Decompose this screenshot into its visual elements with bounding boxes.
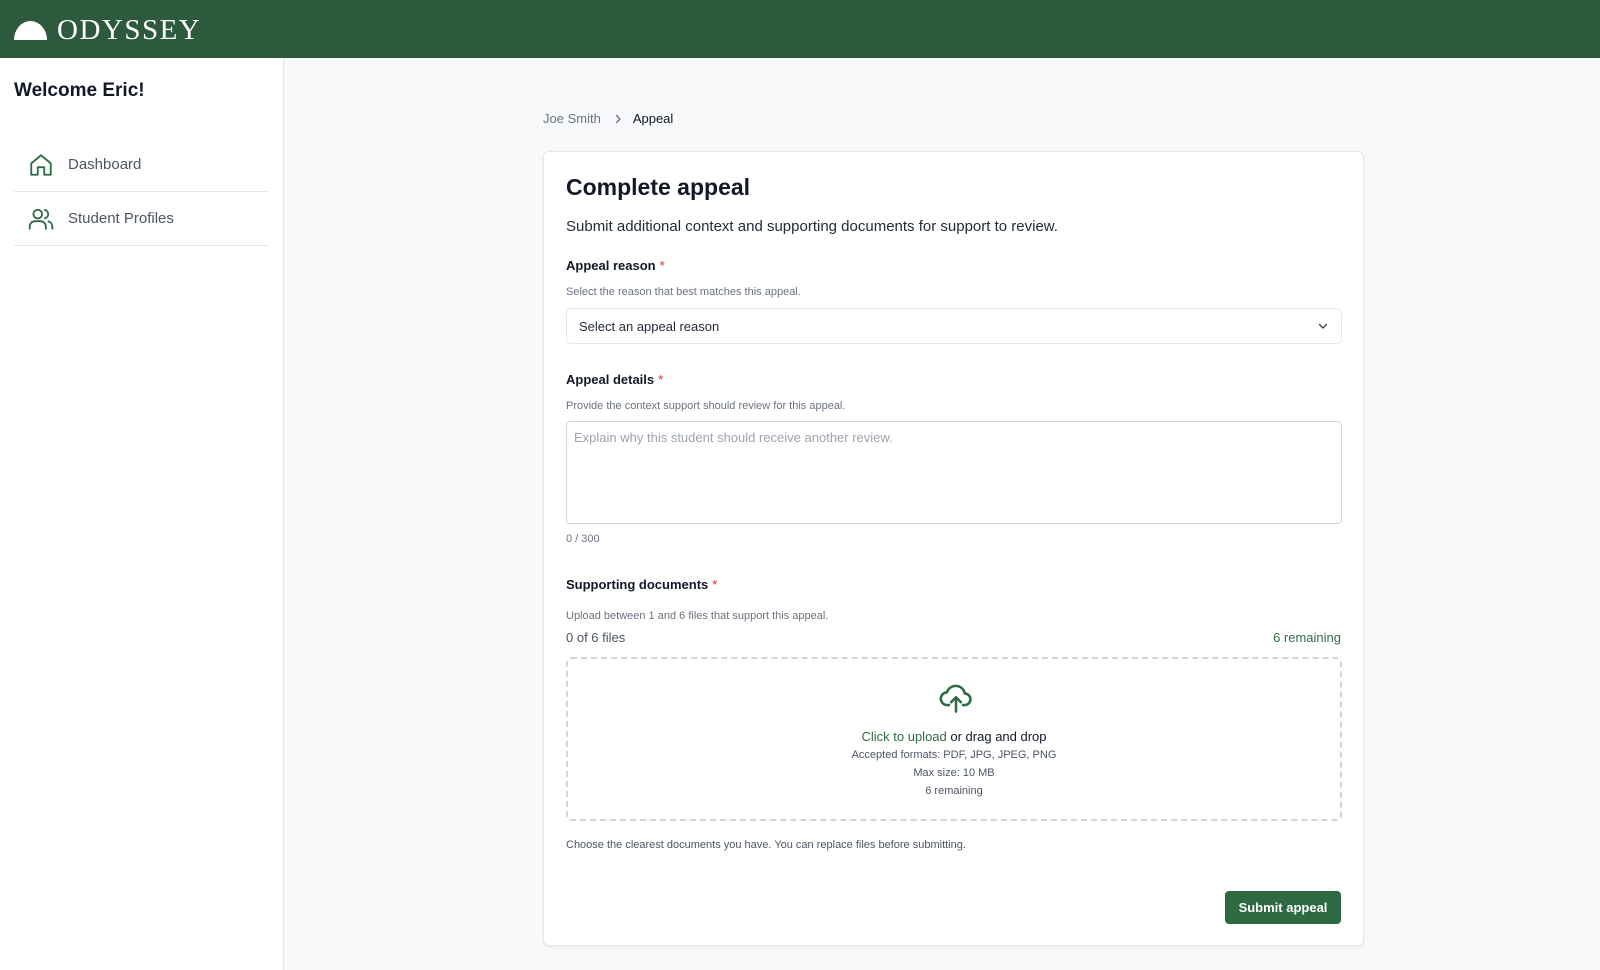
sidebar-item-student-profiles[interactable]: Student Profiles [14, 192, 269, 246]
brand-logo: ODYSSEY [57, 13, 202, 46]
drag-and-drop-text: or drag and drop [950, 729, 1047, 744]
required-marker: * [658, 372, 664, 387]
sidebar-item-label: Student Profiles [68, 210, 174, 227]
file-count: 0 of 6 files [566, 630, 626, 645]
accepted-formats: Accepted formats: PDF, JPG, JPEG, PNG [851, 749, 1057, 761]
appeal-reason-selected-value: Select an appeal reason [579, 318, 720, 334]
max-file-size: Max size: 10 MB [913, 767, 995, 779]
breadcrumb-current: Appeal [632, 111, 674, 126]
logo-icon [14, 21, 47, 40]
chevron-right-icon [615, 114, 621, 123]
sidebar-item-dashboard[interactable]: Dashboard [14, 138, 269, 192]
required-marker: * [659, 258, 665, 273]
appeal-details-label: Appeal details * [566, 372, 663, 387]
welcome-message: Welcome Eric! [14, 80, 145, 101]
supporting-documents-help: Upload between 1 and 6 files that suppor… [566, 610, 829, 622]
appeal-reason-label-text: Appeal reason [566, 258, 656, 273]
breadcrumb: Joe Smith Appeal [543, 111, 673, 126]
chevron-down-icon [1318, 323, 1328, 329]
appeal-details-textarea[interactable] [566, 421, 1342, 524]
cloud-upload-icon [939, 684, 972, 713]
page-subtitle: Submit additional context and supporting… [566, 218, 1058, 235]
appeal-reason-label: Appeal reason * [566, 258, 665, 273]
click-to-upload-link[interactable]: Click to upload [861, 729, 946, 744]
appeal-reason-help: Select the reason that best matches this… [566, 286, 801, 298]
dropzone-remaining: 6 remaining [925, 785, 983, 797]
submit-appeal-button[interactable]: Submit appeal [1225, 891, 1341, 924]
sidebar: Welcome Eric! Dashboard Student Profiles [0, 58, 284, 970]
users-icon [28, 208, 54, 230]
files-remaining: 6 remaining [1273, 630, 1341, 645]
character-count: 0 / 300 [566, 533, 600, 545]
home-icon [30, 153, 52, 176]
appeal-details-help: Provide the context support should revie… [566, 400, 846, 412]
sidebar-nav: Dashboard Student Profiles [14, 138, 269, 246]
required-marker: * [712, 577, 718, 592]
appeal-form-card: Complete appeal Submit additional contex… [543, 151, 1364, 946]
upload-instructions: Click to upload or drag and drop [568, 729, 1340, 744]
appeal-details-label-text: Appeal details [566, 372, 655, 387]
supporting-documents-label: Supporting documents * [566, 577, 717, 592]
breadcrumb-parent-link[interactable]: Joe Smith [543, 111, 601, 126]
page-title: Complete appeal [566, 174, 751, 200]
top-header: ODYSSEY [0, 0, 1600, 58]
file-dropzone[interactable]: Click to upload or drag and drop Accepte… [566, 657, 1342, 821]
supporting-documents-label-text: Supporting documents [566, 577, 709, 592]
sidebar-item-label: Dashboard [68, 156, 142, 173]
appeal-reason-select[interactable]: Select an appeal reason [566, 308, 1342, 344]
documents-hint: Choose the clearest documents you have. … [566, 839, 966, 851]
